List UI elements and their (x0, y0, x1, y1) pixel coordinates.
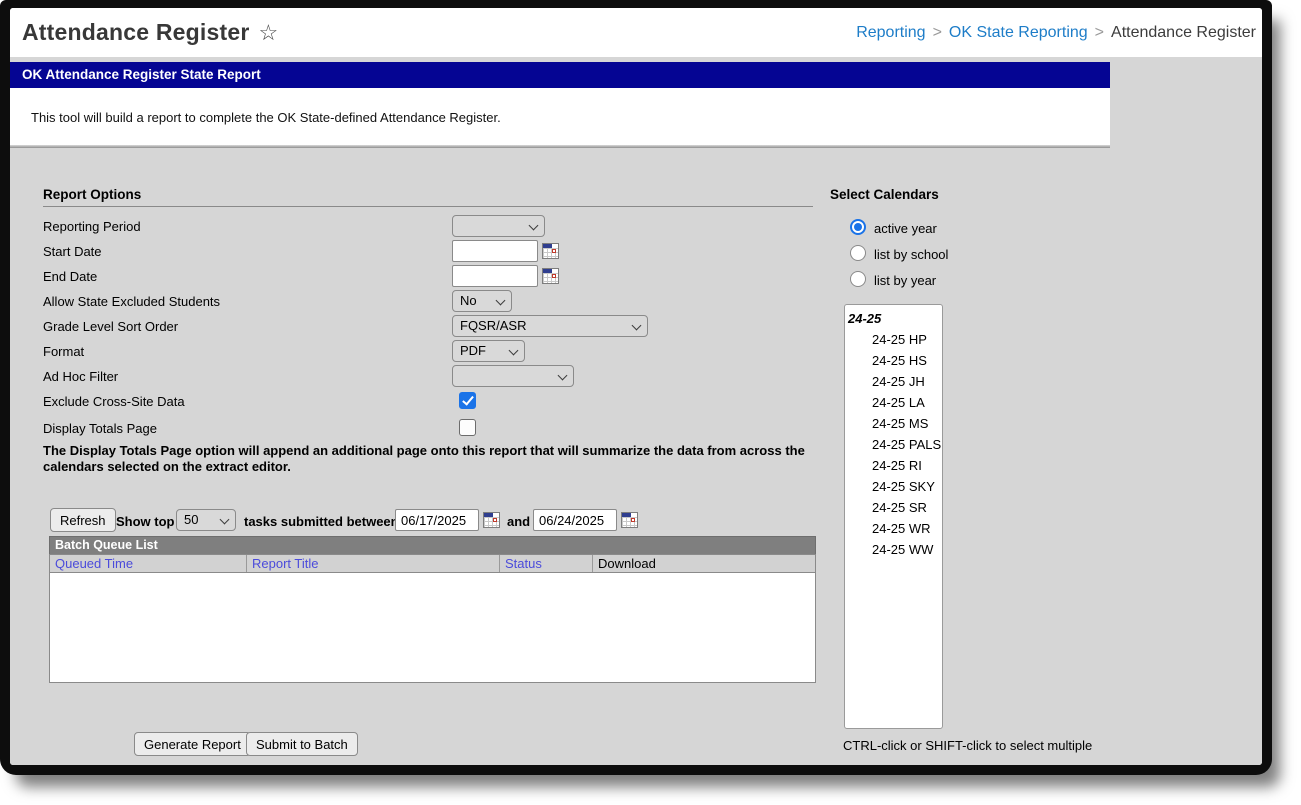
breadcrumb: Reporting > OK State Reporting > Attendance … (856, 24, 1256, 42)
chevron-down-icon (528, 220, 539, 231)
section-divider (10, 145, 1110, 148)
calendar-option[interactable]: 24-25 MS (845, 413, 942, 434)
calendar-option[interactable]: 24-25 HS (845, 350, 942, 371)
batch-queue-header-row: Queued Time Report Title Status Download (49, 554, 816, 573)
breadcrumb-separator: > (1094, 23, 1105, 41)
column-queued-time[interactable]: Queued Time (50, 555, 247, 572)
report-description-box: This tool will build a report to complet… (10, 88, 1110, 145)
window-frame: Attendance Register ☆ Reporting > OK State… (0, 0, 1272, 775)
calendar-group-24-25: 24-25 (848, 311, 882, 326)
batch-end-calendar-icon[interactable] (621, 512, 638, 528)
submit-to-batch-button[interactable]: Submit to Batch (246, 732, 358, 756)
calendar-option[interactable]: 24-25 SKY (845, 476, 942, 497)
label-ad-hoc-filter: Ad Hoc Filter (43, 369, 119, 384)
radio-list-by-year-label[interactable]: list by year (874, 273, 936, 288)
chevron-down-icon (557, 370, 568, 381)
batch-queue-title: Batch Queue List (49, 536, 816, 554)
radio-active-year[interactable] (850, 219, 866, 235)
column-download: Download (598, 556, 656, 571)
calendar-option[interactable]: 24-25 WW (845, 539, 942, 560)
calendar-listbox[interactable]: 24-25 24-25 HP 24-25 HS 24-25 JH 24-25 L… (844, 304, 943, 729)
chevron-down-icon (631, 320, 642, 331)
column-report-title[interactable]: Report Title (247, 555, 500, 572)
and-label: and (507, 514, 531, 529)
allow-state-excluded-select[interactable]: No (452, 290, 512, 312)
submitted-between-label: tasks submitted between (244, 514, 399, 529)
calendar-option[interactable]: 24-25 SR (845, 497, 942, 518)
chevron-down-icon (219, 514, 230, 525)
multi-select-helper-text: CTRL-click or SHIFT-click to select mult… (843, 738, 1093, 753)
page-header: Attendance Register ☆ Reporting > OK State… (10, 8, 1262, 57)
generate-report-button[interactable]: Generate Report (134, 732, 251, 756)
radio-list-by-year[interactable] (850, 271, 866, 287)
breadcrumb-current: Attendance Register (1111, 23, 1256, 41)
refresh-button[interactable]: Refresh (50, 508, 116, 532)
report-options-title: Report Options (43, 187, 142, 202)
breadcrumb-link-ok-state-reporting[interactable]: OK State Reporting (949, 24, 1088, 41)
batch-start-calendar-icon[interactable] (483, 512, 500, 528)
favorite-star-icon[interactable]: ☆ (258, 21, 278, 44)
start-date-calendar-icon[interactable] (542, 243, 559, 259)
calendar-option[interactable]: 24-25 HP (845, 329, 942, 350)
end-date-input[interactable] (452, 265, 538, 287)
label-format: Format (43, 344, 85, 359)
format-select[interactable]: PDF (452, 340, 525, 362)
reporting-period-select[interactable] (452, 215, 545, 237)
ad-hoc-filter-select[interactable] (452, 365, 574, 387)
show-top-select[interactable]: 50 (176, 509, 236, 531)
start-date-input[interactable] (452, 240, 538, 262)
chevron-down-icon (495, 295, 506, 306)
exclude-cross-site-checkbox[interactable] (459, 392, 476, 409)
batch-queue-table: Batch Queue List Queued Time Report Titl… (49, 536, 816, 683)
calendar-option[interactable]: 24-25 JH (845, 371, 942, 392)
display-totals-checkbox[interactable] (459, 419, 476, 436)
main-area: OK Attendance Register State Report This… (10, 57, 1262, 765)
chevron-down-icon (508, 345, 519, 356)
display-totals-note: The Display Totals Page option will appe… (43, 443, 805, 474)
radio-list-by-school-label[interactable]: list by school (874, 247, 948, 262)
label-display-totals: Display Totals Page (43, 421, 157, 436)
calendar-option[interactable]: 24-25 RI (845, 455, 942, 476)
show-top-label: Show top (116, 514, 175, 529)
calendar-option[interactable]: 24-25 PALS (845, 434, 942, 455)
grade-level-sort-select[interactable]: FQSR/ASR (452, 315, 648, 337)
page-content: Attendance Register ☆ Reporting > OK State… (10, 8, 1262, 765)
label-reporting-period: Reporting Period (43, 219, 141, 234)
end-date-calendar-icon[interactable] (542, 268, 559, 284)
batch-end-date-input[interactable] (533, 509, 617, 531)
batch-queue-empty-body (49, 573, 816, 683)
radio-active-year-label[interactable]: active year (874, 221, 937, 236)
select-calendars-title: Select Calendars (830, 187, 939, 202)
column-status[interactable]: Status (500, 555, 593, 572)
radio-list-by-school[interactable] (850, 245, 866, 261)
page-title: Attendance Register (22, 19, 250, 45)
report-description: This tool will build a report to complet… (31, 110, 501, 125)
calendar-option[interactable]: 24-25 WR (845, 518, 942, 539)
breadcrumb-link-reporting[interactable]: Reporting (856, 24, 925, 41)
breadcrumb-separator: > (932, 23, 942, 41)
label-exclude-cross-site: Exclude Cross-Site Data (43, 394, 185, 409)
label-allow-state-excluded: Allow State Excluded Students (43, 294, 221, 309)
label-grade-level-sort: Grade Level Sort Order (43, 319, 179, 334)
calendar-option[interactable]: 24-25 LA (845, 392, 942, 413)
report-title-bar: OK Attendance Register State Report (10, 62, 1110, 88)
label-start-date: Start Date (43, 244, 102, 259)
report-options-rule (43, 206, 813, 207)
label-end-date: End Date (43, 269, 98, 284)
batch-start-date-input[interactable] (395, 509, 479, 531)
